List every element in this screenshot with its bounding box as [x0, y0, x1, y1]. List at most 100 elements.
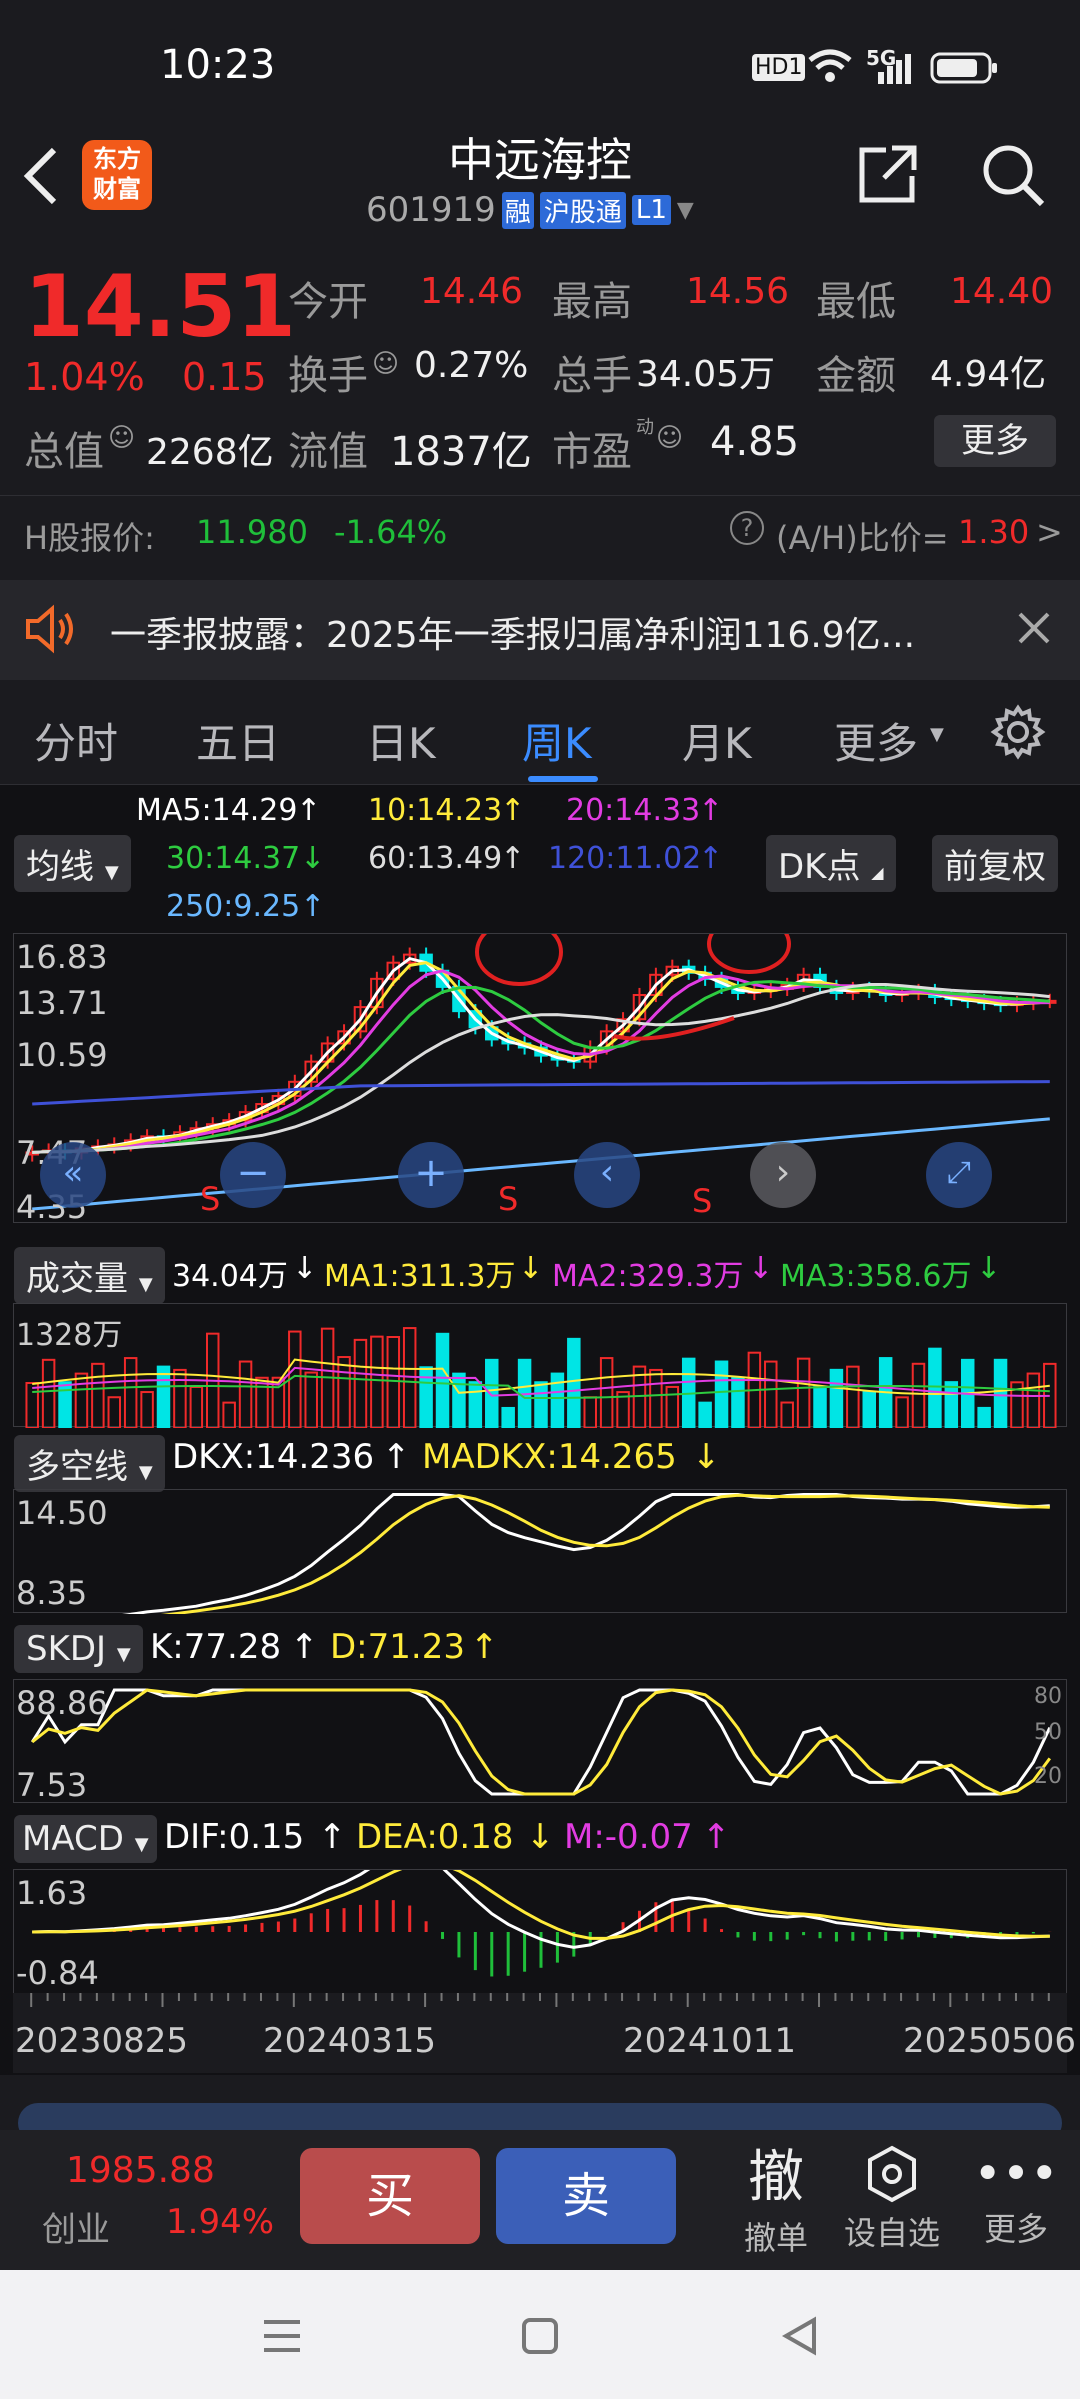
more-quote-button[interactable]: 更多 [934, 415, 1056, 467]
tab-five-day[interactable]: 五日 [196, 710, 280, 771]
skdj-chart [30, 1688, 1052, 1796]
share-icon[interactable] [856, 142, 920, 210]
cancel-order-button[interactable]: 撤 撤单 [716, 2132, 836, 2268]
skdj-select[interactable]: SKDJ ▼ [14, 1625, 143, 1673]
tab-daily-k[interactable]: 日K [366, 710, 436, 771]
skdj-k: K:77.28 [150, 1627, 282, 1667]
volume-value: 34.04万 [172, 1259, 288, 1294]
buy-button[interactable]: 买 [300, 2148, 480, 2244]
search-icon[interactable] [978, 140, 1048, 214]
scroll-right-icon[interactable]: › [750, 1142, 816, 1208]
info-icon[interactable]: ☺ [372, 349, 399, 379]
vol-ma2: MA2:329.3万 [552, 1259, 744, 1294]
macd-pane[interactable]: 1.63 -0.84 [13, 1850, 1067, 1993]
volume-bar [944, 1381, 959, 1429]
skdj-ylabel-bottom: 7.53 [16, 1766, 88, 1804]
macd-ylabel-top: 1.63 [16, 1874, 88, 1912]
date-label-2: 20241011 [623, 2021, 797, 2061]
skdj-ref-50: 50 [1034, 1720, 1062, 1745]
h-share-price: 11.980 [196, 513, 308, 551]
tab-more[interactable]: 更多 [834, 710, 918, 771]
annotation-circle [707, 914, 791, 974]
more-actions-button[interactable]: ••• 更多 [956, 2144, 1076, 2268]
ma250-legend: 250:9.25 [166, 889, 301, 924]
dkx-select[interactable]: 多空线 ▼ [14, 1435, 165, 1492]
dkx-ylabel-top: 14.50 [16, 1494, 108, 1532]
zoom-in-icon[interactable]: + [398, 1142, 464, 1208]
mcap-value: 2268亿 [146, 432, 274, 473]
volume-arrow: ↓ [292, 1251, 318, 1286]
more-dropdown-icon: ▼ [930, 724, 944, 745]
volume-bar [485, 1358, 499, 1429]
macd-chart [32, 1850, 1052, 1977]
help-icon[interactable]: ? [730, 511, 764, 545]
h-share-pct: -1.64% [334, 513, 448, 551]
settings-gear-icon[interactable] [990, 704, 1046, 764]
volume-bar [173, 1368, 187, 1429]
volume-bar [41, 1358, 56, 1429]
ma250-arrow: ↑ [300, 889, 326, 924]
volume-pane[interactable]: 1328万 [13, 1303, 1067, 1430]
turnover-value: 0.27% [414, 345, 529, 386]
ma20-arrow: ↑ [698, 793, 724, 828]
dkx-pane[interactable]: 14.50 8.35 [13, 1489, 1067, 1624]
volume-bar [714, 1360, 729, 1429]
volume-bar [74, 1372, 89, 1430]
menu-icon[interactable] [262, 2316, 302, 2360]
h-share-row[interactable]: H股报价: 11.980 -1.64% ? (A/H)比价= 1.30 > [0, 495, 1080, 570]
speaker-icon [24, 604, 80, 658]
macd-dea-arrow: ↓ [526, 1817, 555, 1857]
pe-dynamic-mark: 动 [636, 417, 654, 438]
volume-bar [599, 1357, 614, 1429]
cancel-glyph: 撤 [748, 2145, 804, 2210]
mcap-info-icon[interactable]: ☺ [108, 423, 135, 453]
volume-bar [435, 1332, 450, 1429]
macd-select-label: MACD [22, 1819, 124, 1859]
tab-monthly-k[interactable]: 月K [682, 710, 752, 771]
macd-dea: DEA:0.18 [356, 1817, 514, 1857]
kline-pane[interactable]: 16.83 13.71 10.59 7.47 4.35 S S S « − + … [13, 914, 1067, 1226]
zoom-out-icon[interactable]: − [220, 1142, 286, 1208]
sell-button[interactable]: 卖 [496, 2148, 676, 2244]
chart-area: MA5:14.29 ↑ 10:14.23 ↑ 20:14.33 ↑ 均线 ▼ 3… [0, 785, 1080, 2075]
volume-bar [796, 1357, 811, 1429]
ma-type-select[interactable]: 均线 ▼ [14, 835, 131, 892]
fullscreen-icon[interactable]: ⤢ [926, 1142, 992, 1208]
high-value: 14.56 [686, 271, 790, 312]
back-nav-icon[interactable] [780, 2316, 820, 2360]
volume-bar [353, 1338, 368, 1429]
pe-label: 市盈 [552, 429, 632, 475]
scroll-left-fast-icon[interactable]: « [40, 1142, 106, 1208]
scroll-left-icon[interactable]: ‹ [574, 1142, 640, 1208]
macd-dif-arrow: ↑ [318, 1817, 347, 1857]
volume-select[interactable]: 成交量 ▼ [14, 1247, 165, 1304]
change-amount: 0.15 [182, 355, 267, 399]
dk-point-button[interactable]: DK点 ◢ [766, 835, 896, 892]
volume-bar [107, 1396, 122, 1430]
volume-bar [370, 1335, 384, 1429]
vol-ma1-arrow: ↓ [518, 1251, 544, 1286]
volume-bar [862, 1390, 876, 1430]
tab-weekly-k[interactable]: 周K [522, 710, 592, 771]
skdj-pane[interactable]: 88.86 7.53 80 50 20 [13, 1679, 1067, 1804]
open-value: 14.46 [420, 271, 524, 312]
volume-bar [649, 1368, 663, 1429]
dkx-line [32, 1493, 1050, 1623]
announcement-bar[interactable]: 一季报披露：2025年一季报归属净利润116.9亿... [0, 580, 1080, 680]
close-icon[interactable] [1016, 610, 1052, 650]
pe-info-icon[interactable]: ☺ [656, 423, 683, 453]
sell-signal: S [200, 1180, 221, 1218]
add-watchlist-button[interactable]: 设自选 [832, 2144, 952, 2268]
stock-code-row: 601919 融 沪股通 L1 ▼ [366, 188, 694, 232]
dropdown-triangle-icon[interactable]: ▼ [677, 198, 694, 223]
macd-select[interactable]: MACD ▼ [14, 1815, 157, 1863]
home-icon[interactable] [520, 2316, 560, 2360]
dk-label: DK点 [778, 847, 861, 887]
volume-bar [911, 1362, 926, 1429]
macd-dif: DIF:0.15 [164, 1817, 305, 1857]
tab-intraday[interactable]: 分时 [34, 710, 118, 771]
clock: 10:23 [160, 42, 276, 88]
adjust-select[interactable]: 前复权 [932, 835, 1058, 892]
pe-value: 4.85 [710, 419, 800, 465]
volume-bar [1026, 1372, 1041, 1429]
